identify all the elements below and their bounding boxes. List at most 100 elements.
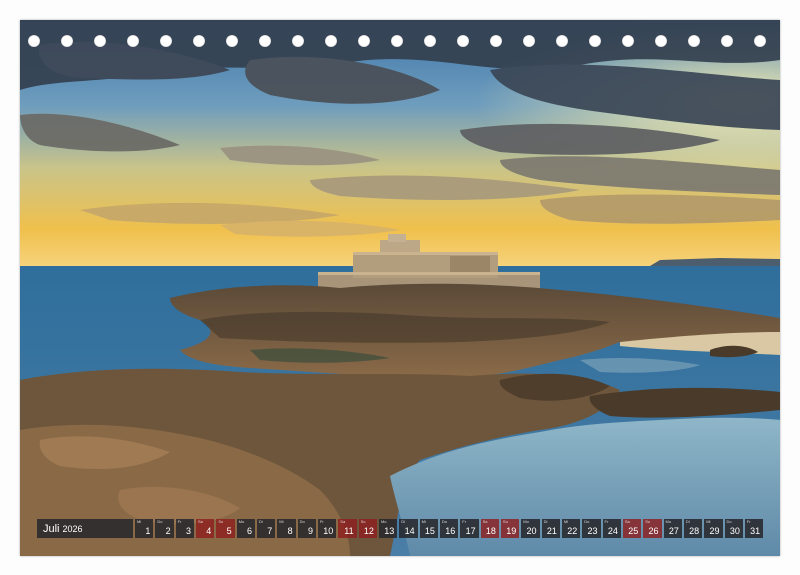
weekday-label: Do	[299, 519, 305, 524]
day-number: 11	[344, 526, 354, 536]
weekday-label: So	[218, 519, 224, 524]
day-number: 3	[185, 526, 191, 536]
binding-hole	[688, 35, 700, 47]
day-number: 21	[546, 526, 557, 536]
day-cell: Sa 4	[195, 519, 215, 538]
spiral-binding-holes	[20, 35, 780, 51]
day-cell: Mo 27	[663, 519, 682, 538]
binding-hole	[655, 35, 667, 47]
binding-hole	[754, 35, 766, 47]
day-number: 9	[307, 526, 313, 536]
day-cell: Mo 6	[236, 519, 255, 538]
day-cell: Di 7	[256, 519, 276, 538]
day-number: 15	[424, 526, 435, 536]
weekday-label: Sa	[197, 519, 203, 524]
day-cell: Do 16	[439, 519, 459, 538]
day-cell: Di 21	[541, 519, 560, 538]
binding-hole	[523, 35, 535, 47]
day-cell: Mi 22	[561, 519, 581, 538]
weekday-label: Fr	[462, 519, 467, 524]
binding-hole	[589, 35, 601, 47]
day-number: 31	[750, 526, 761, 536]
day-number: 19	[506, 526, 517, 536]
fort-seascape-photo	[20, 20, 780, 556]
weekday-label: Di	[258, 519, 263, 524]
day-cell: Mi 1	[135, 519, 154, 538]
day-cell: Di 14	[399, 519, 418, 538]
day-cell: Fr 10	[317, 519, 337, 538]
calendar-page: Juli 2026 Mi 1 Do 2 Fr 3 Sa 4 So 5 Mo 6 Di 7 Mi 8 Do 9 Fr 1…	[0, 0, 800, 575]
binding-hole	[358, 35, 370, 47]
day-cell: Sa 25	[622, 519, 642, 538]
weekday-label: Mo	[380, 519, 387, 524]
weekday-label: So	[645, 519, 651, 524]
month-name: Juli	[43, 522, 60, 535]
day-cell: Mo 13	[378, 519, 398, 538]
day-number: 8	[287, 526, 293, 536]
day-cell: Mo 20	[521, 519, 540, 538]
day-number: 29	[709, 526, 720, 536]
weekday-label: Sa	[482, 519, 488, 524]
day-number: 4	[206, 526, 212, 536]
weekday-label: Di	[543, 519, 548, 524]
day-number: 26	[648, 526, 659, 536]
day-cell: Sa 11	[338, 519, 357, 538]
weekday-label: Fr	[319, 519, 324, 524]
weekday-label: Mo	[238, 519, 245, 524]
day-number: 27	[668, 526, 679, 536]
day-cell: Fr 3	[175, 519, 194, 538]
weekday-label: Di	[401, 519, 406, 524]
day-cell: So 19	[500, 519, 520, 538]
day-cell: Mi 8	[277, 519, 296, 538]
month-year: 2026	[62, 523, 83, 534]
binding-hole	[457, 35, 469, 47]
weekday-label: So	[360, 519, 366, 524]
weekday-label: Sa	[340, 519, 346, 524]
weekday-label: Mi	[137, 519, 142, 524]
day-cell: So 26	[643, 519, 662, 538]
weekday-label: So	[502, 519, 508, 524]
weekday-label: Fr	[746, 519, 751, 524]
binding-hole	[292, 35, 304, 47]
day-cell: Do 30	[724, 519, 743, 538]
weekday-label: Fr	[604, 519, 609, 524]
day-cell: Fr 31	[744, 519, 764, 538]
day-number: 7	[267, 526, 273, 536]
weekday-label: Sa	[624, 519, 630, 524]
day-number: 6	[246, 526, 252, 536]
day-number: 1	[145, 526, 151, 536]
day-number: 22	[567, 526, 578, 536]
day-number: 10	[323, 526, 334, 536]
day-cell: So 12	[358, 519, 377, 538]
photo-illustration	[20, 20, 780, 556]
binding-hole	[424, 35, 436, 47]
binding-hole	[127, 35, 139, 47]
weekday-label: Do	[157, 519, 163, 524]
binding-hole	[193, 35, 205, 47]
day-number: 20	[526, 526, 537, 536]
day-number: 23	[587, 526, 598, 536]
weekday-label: Do	[584, 519, 590, 524]
day-cell: Mi 29	[704, 519, 723, 538]
binding-hole	[325, 35, 337, 47]
day-cell: So 5	[216, 519, 235, 538]
weekday-label: Mi	[421, 519, 426, 524]
month-label: Juli 2026	[37, 519, 133, 538]
day-number: 28	[689, 526, 700, 536]
weekday-label: Mo	[665, 519, 672, 524]
day-cell: Do 9	[297, 519, 316, 538]
binding-hole	[61, 35, 73, 47]
binding-hole	[28, 35, 40, 47]
day-cell: Di 28	[683, 519, 703, 538]
calendar-bar: Juli 2026 Mi 1 Do 2 Fr 3 Sa 4 So 5 Mo 6 Di 7 Mi 8 Do 9 Fr 1…	[37, 519, 764, 538]
day-number: 25	[628, 526, 639, 536]
weekday-label: Mi	[563, 519, 569, 524]
weekday-label: Mo	[523, 519, 529, 524]
binding-hole	[259, 35, 271, 47]
day-number: 17	[465, 526, 476, 536]
binding-hole	[490, 35, 502, 47]
binding-hole	[226, 35, 238, 47]
weekday-label: Di	[685, 519, 690, 524]
weekday-label: Fr	[177, 519, 182, 524]
day-cell: Fr 24	[602, 519, 621, 538]
